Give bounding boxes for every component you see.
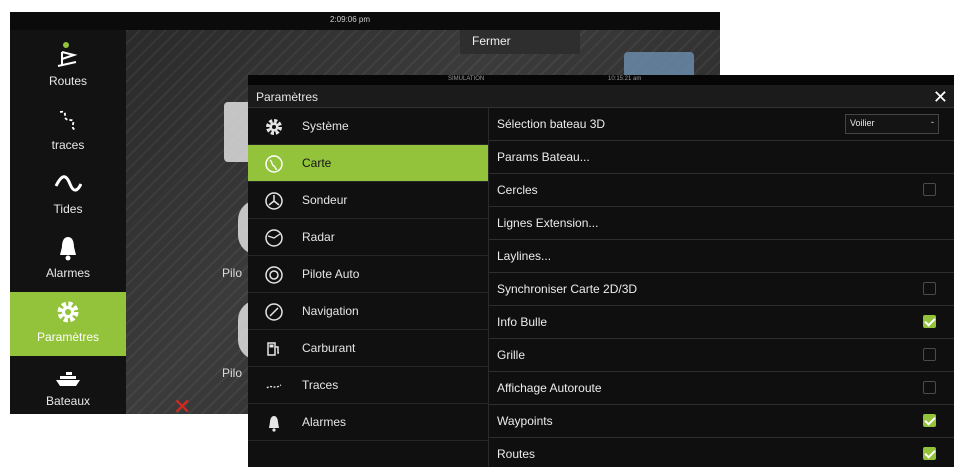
pilot-label: Pilo (222, 366, 243, 380)
chart-globe-icon (265, 155, 283, 173)
dialog-title: Paramètres (256, 90, 319, 104)
option-routes[interactable]: Routes (489, 438, 954, 467)
category-label: Carburant (302, 341, 356, 355)
option-label: Waypoints (497, 414, 553, 428)
routes-flag-icon (57, 42, 78, 67)
close-icon[interactable]: ✕ (933, 87, 948, 108)
option-selection-bateau-3d[interactable]: Sélection bateau 3D Voilier - (489, 108, 954, 141)
option-affichage-autoroute[interactable]: Affichage Autoroute (489, 372, 954, 405)
category-alarmes[interactable]: Alarmes (248, 404, 488, 441)
category-label: Sondeur (302, 193, 348, 207)
trails-icon (266, 384, 282, 389)
dialog-title-bar: Paramètres ✕ (248, 85, 954, 108)
rail-label: Tides (53, 202, 83, 216)
sync-2d-3d-checkbox[interactable] (923, 282, 936, 295)
radar-icon (265, 229, 283, 247)
option-label: Sélection bateau 3D (497, 117, 606, 131)
option-params-bateau[interactable]: Params Bateau... (489, 141, 954, 174)
option-synchroniser-carte[interactable]: Synchroniser Carte 2D/3D (489, 273, 954, 306)
category-label: Pilote Auto (302, 267, 360, 281)
routes-checkbox[interactable] (923, 447, 936, 460)
rail-label: Alarmes (45, 266, 90, 280)
rail-item-tides[interactable]: Tides (10, 164, 126, 228)
option-grille[interactable]: Grille (489, 339, 954, 372)
option-waypoints[interactable]: Waypoints (489, 405, 954, 438)
rail-label: Bateaux (45, 394, 91, 408)
boat-3d-select[interactable]: Voilier - (845, 114, 939, 134)
tides-wave-icon (54, 175, 82, 192)
carte-options-list: Sélection bateau 3D Voilier - Params Bat… (489, 108, 954, 467)
fuel-pump-icon (267, 342, 279, 356)
category-label: Traces (302, 378, 339, 392)
option-cercles[interactable]: Cercles (489, 174, 954, 207)
rail-item-traces[interactable]: traces (10, 100, 126, 164)
trails-icon (59, 110, 77, 131)
rail-item-routes[interactable]: Routes (10, 36, 126, 100)
dialog-status-bar: SIMULATION 10:15:21 am (248, 75, 954, 85)
category-carburant[interactable]: Carburant (248, 330, 488, 367)
option-label: Info Bulle (497, 315, 548, 329)
bell-icon (60, 237, 76, 261)
category-label: Navigation (302, 304, 359, 318)
status-right: 10:15:21 am (608, 76, 642, 82)
left-rail: Routes traces Tides Alarmes Paramètres B… (10, 30, 126, 414)
rail-item-alarmes[interactable]: Alarmes (10, 228, 126, 292)
top-status-bar: 2:09:06 pm (10, 12, 720, 30)
option-label: Affichage Autoroute (497, 381, 602, 395)
compass-icon (265, 303, 283, 321)
option-lignes-extension[interactable]: Lignes Extension... (489, 207, 954, 240)
autopilot-icon (265, 266, 283, 284)
gear-icon (57, 301, 79, 323)
bell-icon (269, 416, 279, 432)
option-label: Synchroniser Carte 2D/3D (497, 282, 638, 296)
category-label: Radar (302, 230, 335, 244)
category-systeme[interactable]: Système (248, 108, 488, 145)
option-label: Lignes Extension... (497, 216, 599, 230)
option-info-bulle[interactable]: Info Bulle (489, 306, 954, 339)
settings-category-list: Système Carte Sondeur Radar Pilote Auto … (248, 108, 489, 467)
option-label: Grille (497, 348, 526, 362)
rail-item-bateaux[interactable]: Bateaux (10, 356, 126, 414)
category-navigation[interactable]: Navigation (248, 293, 488, 330)
category-label: Système (302, 119, 349, 133)
cercles-checkbox[interactable] (923, 183, 936, 196)
grille-checkbox[interactable] (923, 348, 936, 361)
boat-icon (56, 372, 80, 386)
rail-item-parametres[interactable]: Paramètres (10, 292, 126, 356)
rail-label: Paramètres (36, 330, 100, 344)
close-button[interactable]: Fermer (460, 30, 580, 54)
settings-dialog: SIMULATION 10:15:21 am Paramètres ✕ Syst… (248, 75, 954, 467)
clock: 2:09:06 pm (330, 15, 371, 24)
option-label: Routes (497, 447, 536, 461)
option-laylines[interactable]: Laylines... (489, 240, 954, 273)
gear-icon (266, 119, 282, 135)
sonar-icon (265, 192, 283, 210)
category-label: Alarmes (302, 415, 347, 429)
category-sondeur[interactable]: Sondeur (248, 182, 488, 219)
pilot-label: Pilo (222, 266, 243, 280)
select-value: Voilier (850, 118, 875, 128)
category-radar[interactable]: Radar (248, 219, 488, 256)
option-label: Laylines... (497, 249, 552, 263)
autoroute-checkbox[interactable] (923, 381, 936, 394)
category-label: Carte (302, 156, 332, 170)
chevron-down-icon: - (931, 117, 934, 127)
rail-label: Routes (48, 74, 88, 88)
info-bulle-checkbox[interactable] (923, 315, 936, 328)
category-traces[interactable]: Traces (248, 367, 488, 404)
category-pilote-auto[interactable]: Pilote Auto (248, 256, 488, 293)
rail-label: traces (51, 138, 85, 152)
alarm-x-icon: ✕ (173, 394, 192, 414)
option-label: Params Bateau... (497, 150, 590, 164)
option-label: Cercles (497, 183, 538, 197)
category-carte[interactable]: Carte (248, 145, 488, 182)
status-left: SIMULATION (448, 76, 485, 82)
waypoints-checkbox[interactable] (923, 414, 936, 427)
